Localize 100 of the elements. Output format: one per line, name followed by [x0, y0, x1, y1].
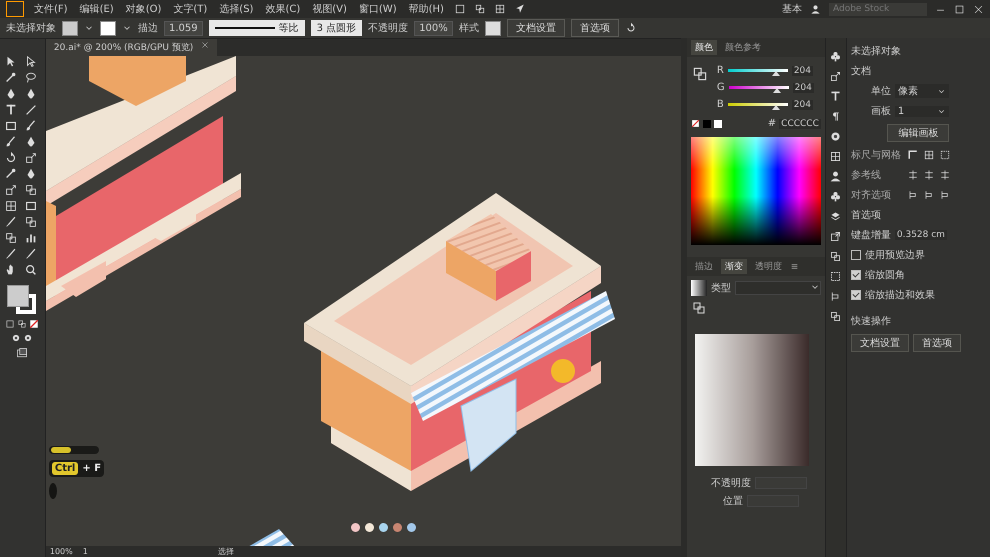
panel-tab[interactable]: 透明度 — [750, 259, 786, 274]
lock-guides-icon[interactable] — [922, 169, 935, 181]
toolbar-button[interactable]: 首选项 — [570, 19, 619, 37]
none-icon[interactable] — [29, 319, 40, 329]
artboard-field[interactable]: 1 — [82, 547, 88, 556]
checkbox[interactable] — [850, 250, 861, 260]
color-dot[interactable] — [350, 523, 360, 532]
document-icon[interactable] — [474, 3, 486, 15]
overlap-icon[interactable] — [829, 310, 842, 323]
preset-swatch[interactable] — [702, 120, 711, 128]
overlap-icon[interactable] — [829, 250, 842, 263]
grid-icon[interactable] — [829, 150, 842, 163]
none-icon[interactable] — [690, 119, 700, 128]
dotted-grid-icon[interactable] — [938, 149, 951, 161]
color-dot[interactable] — [364, 523, 374, 532]
units-dropdown[interactable]: 像素 — [894, 84, 949, 98]
artboard-dropdown[interactable]: 1 — [894, 106, 949, 116]
menu-item[interactable]: 视图(V) — [310, 2, 349, 16]
send-icon[interactable] — [514, 3, 526, 15]
style-swatch[interactable] — [484, 20, 501, 36]
figure-icon[interactable] — [829, 170, 842, 183]
brush-dropdown[interactable]: 3 点圆形 — [310, 20, 362, 36]
scale-icon[interactable] — [829, 70, 842, 83]
layers-icon[interactable] — [829, 210, 842, 223]
eyedropper-icon[interactable] — [24, 247, 38, 261]
panel-tab[interactable]: 描边 — [690, 259, 717, 274]
workspace-switcher[interactable]: 基本 — [782, 2, 802, 16]
gradient-preview[interactable] — [694, 334, 809, 466]
draw-mode-icon[interactable] — [23, 333, 34, 343]
grid-icon[interactable] — [494, 3, 506, 15]
quick-action-button[interactable]: 首选项 — [912, 334, 961, 352]
color-mode-icon[interactable] — [5, 319, 16, 329]
quick-action-button[interactable]: 文档设置 — [850, 334, 909, 352]
preset-swatch[interactable] — [714, 120, 722, 128]
menu-item[interactable]: 窗口(W) — [356, 2, 399, 16]
fill-stroke-swatch[interactable] — [7, 285, 38, 315]
gradient-swatch[interactable] — [690, 280, 707, 296]
panel-menu-icon[interactable] — [790, 262, 799, 271]
color-spectrum[interactable] — [690, 137, 821, 245]
maximize-icon[interactable] — [954, 4, 965, 14]
circle-icon[interactable] — [829, 130, 842, 143]
checkbox[interactable] — [850, 270, 861, 280]
menu-item[interactable]: 效果(C) — [263, 2, 302, 16]
menu-item[interactable]: 对象(O) — [124, 2, 164, 16]
rectangle-icon[interactable] — [4, 119, 18, 133]
scale-icon[interactable] — [24, 151, 38, 165]
stroke-swatch[interactable] — [100, 20, 116, 36]
toolbar-button[interactable]: 文档设置 — [506, 19, 565, 37]
value-field[interactable]: 204 — [792, 66, 814, 76]
ruler-icon[interactable] — [906, 149, 919, 161]
grid-icon[interactable] — [922, 149, 935, 161]
fill-swatch[interactable] — [62, 20, 78, 36]
menu-item[interactable]: 选择(S) — [217, 2, 256, 16]
character-icon[interactable] — [829, 90, 842, 103]
menu-item[interactable]: 帮助(H) — [406, 2, 446, 16]
menu-item[interactable]: 编辑(E) — [78, 2, 116, 16]
close-icon[interactable] — [973, 4, 984, 14]
screen-mode-icon[interactable] — [16, 347, 28, 359]
magic-wand-icon[interactable] — [4, 71, 18, 85]
color-dot[interactable] — [378, 523, 388, 532]
fill-stroke-icon[interactable] — [690, 300, 707, 316]
type-tool-icon[interactable] — [4, 103, 18, 117]
stroke-profile-dropdown[interactable]: 等比 — [208, 20, 305, 36]
brush-icon[interactable] — [4, 135, 18, 149]
zoom-field[interactable]: 100% — [50, 547, 73, 556]
draw-mode-icon[interactable] — [11, 333, 22, 343]
gradient-icon[interactable] — [24, 199, 38, 213]
increment-field[interactable]: 0.3528 cm — [894, 230, 947, 240]
value-field[interactable]: 204 — [792, 100, 813, 110]
arrange-icon[interactable] — [624, 22, 637, 34]
club-icon[interactable] — [829, 50, 842, 63]
panel-icon[interactable] — [454, 3, 466, 15]
show-guides-icon[interactable] — [938, 169, 951, 181]
mesh-icon[interactable] — [4, 199, 18, 213]
zoom-icon[interactable] — [24, 263, 38, 277]
panel-tab[interactable]: 颜色参考 — [720, 40, 765, 55]
checkbox[interactable] — [850, 290, 861, 300]
close-icon[interactable] — [201, 41, 210, 49]
user-icon[interactable] — [810, 4, 821, 14]
club-icon[interactable] — [829, 190, 842, 203]
lasso-icon[interactable] — [24, 71, 38, 85]
edit-artboards-button[interactable]: 编辑画板 — [887, 124, 950, 142]
free-transform-icon[interactable] — [4, 183, 18, 197]
stock-search-field[interactable]: Adobe Stock — [829, 2, 927, 16]
document-tab[interactable]: 20.ai* @ 200% (RGB/GPU 预览) — [46, 39, 218, 56]
guides-icon[interactable] — [906, 169, 919, 181]
stroke-weight-field[interactable]: 1.059 — [164, 20, 203, 36]
color-dot[interactable] — [406, 523, 416, 532]
paintbrush-icon[interactable] — [24, 119, 38, 133]
value-field[interactable]: 204 — [792, 82, 814, 92]
menu-item[interactable]: 文件(F) — [32, 2, 70, 16]
line-icon[interactable] — [24, 103, 38, 117]
menu-item[interactable]: 文字(T) — [171, 2, 210, 16]
gradient-mode-icon[interactable] — [17, 319, 28, 329]
opacity-field[interactable]: 100% — [414, 20, 453, 36]
panel-tab[interactable]: 颜色 — [690, 40, 717, 55]
export-icon[interactable] — [829, 230, 842, 243]
panel-tab[interactable]: 渐变 — [720, 259, 747, 274]
color-dot[interactable] — [392, 523, 402, 532]
hex-field[interactable]: CCCCCC — [779, 118, 821, 128]
